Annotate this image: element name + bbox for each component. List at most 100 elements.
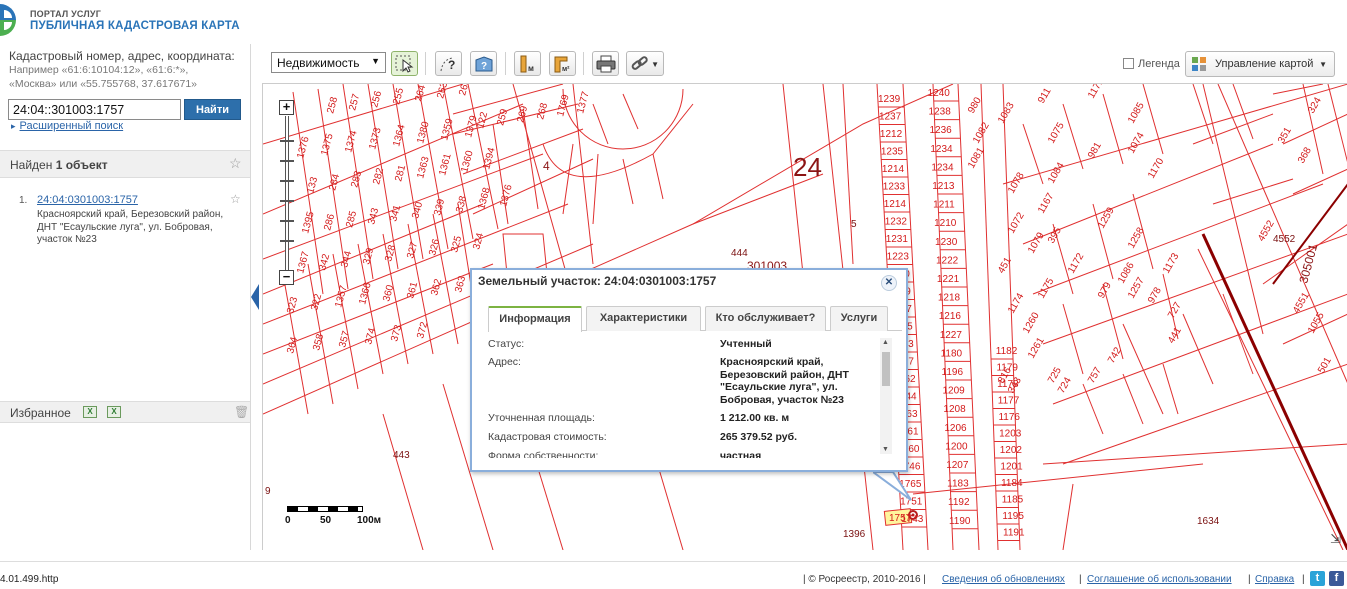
parcel-number-label: 978 xyxy=(1146,285,1164,305)
parcel-number-label: 911 xyxy=(1036,86,1054,106)
find-button[interactable]: Найти xyxy=(184,99,241,120)
svg-text:?: ? xyxy=(481,61,487,72)
zoom-control[interactable]: + − xyxy=(277,100,297,288)
copyright: | © Росреестр, 2010-2016 | xyxy=(803,574,926,585)
map-control-label: Управление картой xyxy=(1215,58,1314,70)
zoom-out-button[interactable]: − xyxy=(279,270,294,285)
legend-checkbox[interactable] xyxy=(1123,58,1134,69)
import-excel-icon[interactable]: X xyxy=(83,406,97,418)
search-input[interactable] xyxy=(8,99,181,120)
parcel-number-label: 1240 xyxy=(928,88,951,99)
trash-icon[interactable]: 🗑 xyxy=(234,405,249,419)
svg-text:м: м xyxy=(528,64,534,73)
parcel-number-label: 1072 xyxy=(1006,210,1027,235)
parcel-number-label: 341 xyxy=(388,203,403,222)
legend-label[interactable]: Легенда xyxy=(1138,58,1180,70)
parcel-number-label: 285 xyxy=(344,209,359,228)
parcel-number-label: 1185 xyxy=(1002,495,1024,506)
zoom-tick xyxy=(280,160,294,162)
star-icon[interactable]: ☆ xyxy=(230,192,241,206)
layer-select[interactable]: Недвижимость ▼ xyxy=(271,52,386,73)
print-button[interactable] xyxy=(592,51,619,76)
parcel-number-label: 1167 xyxy=(1036,191,1056,216)
parcel-number-label: 1180 xyxy=(941,348,963,359)
parcel-number-label: 1357 xyxy=(333,284,349,309)
brand-portal: ПОРТАЛ УСЛУГ xyxy=(30,9,101,19)
twitter-icon[interactable]: t xyxy=(1310,571,1325,586)
zoom-in-button[interactable]: + xyxy=(279,100,294,115)
help-link[interactable]: Справка xyxy=(1255,574,1294,585)
parcel-number-label: 344 xyxy=(339,249,354,268)
parcel-number-label: 1083 xyxy=(996,100,1017,125)
parcel-number-label: 373 xyxy=(389,323,404,342)
zoom-tick xyxy=(280,200,294,202)
parcel-number-label: 1216 xyxy=(939,311,962,322)
portal-logo-icon[interactable] xyxy=(0,2,22,36)
parcel-number-label: 256 xyxy=(369,89,384,108)
chevron-down-icon: ▼ xyxy=(371,56,380,66)
close-icon[interactable]: ✕ xyxy=(881,275,897,291)
scale-label: 0 xyxy=(285,515,291,526)
facebook-icon[interactable]: f xyxy=(1329,571,1344,586)
measure-length-button[interactable]: м xyxy=(514,51,541,76)
export-excel-icon[interactable]: X xyxy=(107,406,121,418)
tab-characteristics[interactable]: Характеристики xyxy=(586,306,701,331)
scrollbar-thumb[interactable] xyxy=(882,352,890,386)
tab-services[interactable]: Услуги xyxy=(830,306,888,331)
parcel-number-label: 1208 xyxy=(943,404,966,415)
parcel-number-label: 1234 xyxy=(931,162,954,173)
tab-information[interactable]: Информация xyxy=(488,306,582,332)
left-panel: Кадастровый номер, адрес, координата: На… xyxy=(0,44,251,550)
parcel-number-label: 1211 xyxy=(933,200,955,211)
parcel-number-label: 1200 xyxy=(945,441,968,452)
parcel-number-label: 133 xyxy=(305,175,320,194)
parcel-number-label: 343 xyxy=(366,206,381,225)
parcel-number-label: 1232 xyxy=(885,217,908,228)
brand-title[interactable]: ПУБЛИЧНАЯ КАДАСТРОВАЯ КАРТА xyxy=(30,20,240,32)
version-label: 4.01.499.http xyxy=(0,574,59,585)
select-tool-button[interactable] xyxy=(391,51,418,76)
scroll-up-icon[interactable]: ▲ xyxy=(882,339,889,346)
parcel-number-label: 1191 xyxy=(1003,528,1025,539)
parcel-number-label: 451 xyxy=(996,255,1014,275)
parcel-number-label: 1234 xyxy=(930,144,953,155)
parcel-number-label: 327 xyxy=(405,240,420,259)
map-control-dropdown[interactable]: Управление картой ▼ xyxy=(1185,51,1335,77)
parcel-number-label: 742 xyxy=(1106,345,1124,365)
advanced-search-link[interactable]: Расширенный поиск xyxy=(11,120,124,132)
parcel-number-label: 322 xyxy=(309,292,324,311)
scroll-down-icon[interactable]: ▼ xyxy=(882,446,889,453)
zoom-tick xyxy=(280,220,294,222)
parcel-number-label: 1176 xyxy=(998,412,1020,423)
svg-text:м²: м² xyxy=(562,66,570,73)
result-link[interactable]: 24:04:0301003:1757 xyxy=(37,194,138,206)
panel-collapse-handle[interactable] xyxy=(251,284,259,310)
parcel-number-label: 1214 xyxy=(882,164,905,175)
updates-link[interactable]: Сведения об обновлениях xyxy=(942,574,1065,585)
star-icon[interactable]: ☆ xyxy=(229,155,242,172)
tab-who-serves[interactable]: Кто обслуживает? xyxy=(705,306,826,331)
measure-area-button[interactable]: м² xyxy=(549,51,576,76)
info-label: Кадастровая стоимость: xyxy=(488,431,607,443)
parcel-number-label: 364 xyxy=(285,335,300,354)
parcel-number-label: 1261 xyxy=(1026,335,1047,360)
popup-scrollbar[interactable]: ▲ ▼ xyxy=(880,338,892,454)
parcel-number-label: 368 xyxy=(1296,145,1314,165)
parcel-number-label: 286 xyxy=(322,212,337,231)
parcel-number-label: 1085 xyxy=(1126,100,1147,125)
fullscreen-arrow-icon[interactable]: ⇲ xyxy=(1330,531,1341,547)
favorites-label: Избранное xyxy=(10,406,71,420)
link-button[interactable]: ▼ xyxy=(626,51,664,76)
svg-text:4552: 4552 xyxy=(1273,234,1296,245)
terms-link[interactable]: Соглашение об использовании xyxy=(1087,574,1232,585)
parcel-number-label: 1769 xyxy=(555,93,571,118)
search-hint-example: Например «61:6:10104:12», «61:6:*», xyxy=(9,64,189,76)
info-tool-button[interactable]: ? xyxy=(470,51,497,76)
parcel-number-label: 1192 xyxy=(948,497,970,508)
result-address: Красноярский край, Березовский район, ДН… xyxy=(37,209,224,245)
footer-separator: | xyxy=(1079,574,1082,585)
parcel-number-label: 1364 xyxy=(391,123,407,148)
parcel-number-label: 1184 xyxy=(1001,478,1023,489)
identify-tool-button[interactable]: ? xyxy=(435,51,462,76)
parcel-number-label: 283 xyxy=(349,169,364,188)
